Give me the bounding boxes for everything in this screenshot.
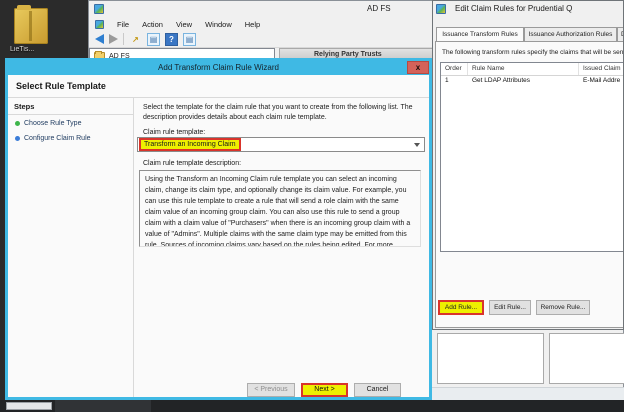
wizard-title: Add Transform Claim Rule Wizard xyxy=(8,63,429,72)
step-choose-rule-type[interactable]: Choose Rule Type xyxy=(15,120,81,127)
rules-tabs: Issuance Transform Rules Issuance Author… xyxy=(436,27,624,42)
wizard-titlebar: Add Transform Claim Rule Wizard x xyxy=(8,61,429,75)
menu-item-action[interactable]: Action xyxy=(142,20,163,29)
mmc-menu-icon[interactable] xyxy=(95,20,104,29)
close-icon[interactable]: x xyxy=(407,61,429,74)
column-issued-claim[interactable]: Issued Claim xyxy=(579,63,624,75)
dialog-icon xyxy=(436,4,446,14)
add-rule-button[interactable]: Add Rule... xyxy=(438,300,484,315)
wizard-intro-text: Select the template for the claim rule t… xyxy=(143,103,424,123)
table-row[interactable]: 1 Get LDAP Attributes E-Mail Addre xyxy=(441,76,624,88)
divider xyxy=(8,114,133,115)
menu-item-view[interactable]: View xyxy=(176,20,192,29)
next-button[interactable]: Next > xyxy=(301,383,348,397)
console-window-title: AD FS xyxy=(367,4,391,13)
step-label: Configure Claim Rule xyxy=(24,135,91,142)
step-pending-dot-icon xyxy=(15,136,20,141)
edit-claim-rules-dialog: Edit Claim Rules for Prudential Q Issuan… xyxy=(432,0,624,330)
show-action-pane-icon[interactable]: ▤ xyxy=(183,33,196,46)
toolbar-separator xyxy=(123,33,124,45)
console-lower-pane-right xyxy=(549,333,624,384)
tab-delegation[interactable]: Delegation xyxy=(617,27,624,42)
cell-order: 1 xyxy=(441,76,468,88)
step-active-dot-icon xyxy=(15,121,20,126)
steps-panel: Steps Choose Rule Type Configure Claim R… xyxy=(8,98,134,397)
menu-item-window[interactable]: Window xyxy=(205,20,232,29)
template-description-box: Using the Transform an Incoming Claim ru… xyxy=(139,170,421,247)
taskbar-button[interactable] xyxy=(6,402,52,410)
show-console-tree-icon[interactable]: ▤ xyxy=(147,33,160,46)
forward-icon[interactable] xyxy=(109,34,118,44)
previous-button[interactable]: < Previous xyxy=(247,383,295,397)
step-configure-claim-rule[interactable]: Configure Claim Rule xyxy=(15,135,91,142)
back-icon[interactable] xyxy=(95,34,104,44)
selected-template-value: Transform an Incoming Claim xyxy=(139,138,241,151)
edit-rule-button[interactable]: Edit Rule... xyxy=(489,300,531,315)
cell-issued-claim: E-Mail Addre xyxy=(579,76,624,88)
tab-issuance-authorization-rules[interactable]: Issuance Authorization Rules xyxy=(524,27,617,42)
console-statusbar xyxy=(429,387,624,400)
taskbar-app-segment[interactable] xyxy=(55,400,151,412)
dialog-titlebar: Edit Claim Rules for Prudential Q xyxy=(433,1,623,17)
cell-rule-name: Get LDAP Attributes xyxy=(468,76,579,88)
cancel-button[interactable]: Cancel xyxy=(354,383,401,397)
chevron-down-icon[interactable] xyxy=(414,143,420,147)
dialog-title: Edit Claim Rules for Prudential Q xyxy=(455,4,572,13)
remove-rule-button[interactable]: Remove Rule... xyxy=(536,300,590,315)
rules-description: The following transform rules specify th… xyxy=(442,49,624,56)
rules-table-header: Order Rule Name Issued Claim xyxy=(441,63,624,76)
desktop-shortcut-label: LieTis... xyxy=(10,46,70,53)
help-icon[interactable]: ? xyxy=(165,33,178,46)
column-order[interactable]: Order xyxy=(441,63,468,75)
transform-rules-tab-panel: The following transform rules specify th… xyxy=(435,41,624,328)
menu-item-file[interactable]: File xyxy=(117,20,129,29)
console-lower-pane-left xyxy=(437,333,544,384)
rules-table: Order Rule Name Issued Claim 1 Get LDAP … xyxy=(440,62,624,252)
column-rule-name[interactable]: Rule Name xyxy=(468,63,579,75)
desktop-shortcut[interactable]: LieTis... xyxy=(10,6,70,58)
step-label: Choose Rule Type xyxy=(24,120,81,127)
wizard-heading: Select Rule Template xyxy=(16,81,106,91)
taskbar xyxy=(0,400,624,412)
template-description-label: Claim rule template description: xyxy=(143,160,241,167)
steps-label: Steps xyxy=(14,102,34,111)
claim-rule-template-select[interactable]: Transform an Incoming Claim xyxy=(137,137,425,152)
wizard-content: Select the template for the claim rule t… xyxy=(134,98,429,397)
mmc-app-icon xyxy=(94,4,104,14)
folder-icon xyxy=(14,8,48,44)
export-list-icon[interactable]: ↗ xyxy=(129,33,142,46)
template-label: Claim rule template: xyxy=(143,129,205,136)
menu-item-help[interactable]: Help xyxy=(245,20,260,29)
add-transform-claim-rule-wizard: Add Transform Claim Rule Wizard x Select… xyxy=(5,58,432,400)
